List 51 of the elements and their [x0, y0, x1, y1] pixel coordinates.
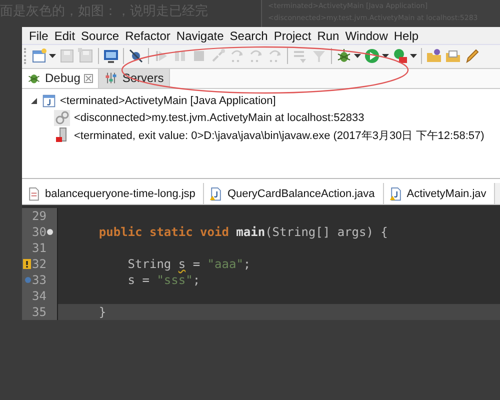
- menu-item[interactable]: Window: [343, 28, 392, 43]
- line-number: 31: [32, 241, 46, 255]
- tree-item[interactable]: <terminated, exit value: 0>D:\java\java\bin\javaw.exe (2017年3月30日 下午12:58:57): [74, 128, 484, 143]
- skip-icon[interactable]: [128, 48, 144, 64]
- pencil-icon[interactable]: [464, 48, 480, 64]
- code-line: }: [98, 305, 106, 319]
- line-number: 35: [32, 305, 46, 319]
- line-number: 33: [32, 273, 46, 287]
- menu-item[interactable]: Refactor: [123, 28, 174, 43]
- line-number: 30: [32, 225, 46, 239]
- run-icon[interactable]: [364, 48, 380, 64]
- code-line: public static void main(String[] args) {: [98, 225, 388, 239]
- code-line: String s = "aaa";: [126, 257, 251, 271]
- caret-icon[interactable]: [49, 54, 56, 58]
- tree-item[interactable]: <terminated>ActivetyMain [Java Application]: [60, 95, 276, 108]
- java-file-icon: [209, 186, 224, 201]
- tree-item[interactable]: <disconnected>my.test.jvm.ActivetyMain at localhost:52833: [74, 112, 364, 124]
- menu-item[interactable]: Edit: [52, 28, 80, 43]
- editor-tab[interactable]: QueryCardBalanceAction.java: [204, 183, 384, 204]
- caret-icon[interactable]: [382, 54, 389, 58]
- view-tab[interactable]: Debug: [22, 68, 100, 88]
- menu-item[interactable]: Help: [392, 28, 423, 43]
- code-line: s = "sss";: [126, 273, 200, 287]
- caret-icon[interactable]: [410, 54, 417, 58]
- external-icon[interactable]: [392, 48, 408, 64]
- file-icon: [27, 186, 41, 201]
- menu-item[interactable]: Run: [315, 28, 344, 43]
- close-icon[interactable]: [84, 74, 94, 83]
- menu-item[interactable]: Project: [272, 28, 316, 43]
- sliders-icon: [104, 71, 118, 86]
- java-app-icon: [42, 94, 56, 108]
- caret-icon[interactable]: [354, 54, 361, 58]
- expand-arrow-icon[interactable]: [30, 97, 38, 106]
- line-number: 29: [32, 209, 46, 223]
- menu-item[interactable]: File: [27, 28, 52, 43]
- folder-icon[interactable]: [445, 48, 461, 64]
- monitor-icon[interactable]: [103, 48, 119, 64]
- menu-item[interactable]: Search: [228, 28, 272, 43]
- new-icon[interactable]: [31, 48, 47, 64]
- line-number: 34: [32, 289, 46, 303]
- gears-icon: [54, 110, 70, 126]
- debug-icon[interactable]: [336, 48, 352, 64]
- breakpoint-icon: [25, 277, 31, 283]
- editor-tab[interactable]: balancequeryone-time-long.jsp: [22, 183, 204, 204]
- editor-tab[interactable]: ActivetyMain.jav: [384, 183, 496, 204]
- menu-item[interactable]: Source: [79, 28, 124, 43]
- line-number: 32: [32, 257, 46, 271]
- java-file-icon: [388, 186, 403, 201]
- collapse-icon[interactable]: [47, 229, 54, 235]
- folder-new-icon[interactable]: [426, 48, 442, 64]
- menu-item[interactable]: Navigate: [174, 28, 228, 43]
